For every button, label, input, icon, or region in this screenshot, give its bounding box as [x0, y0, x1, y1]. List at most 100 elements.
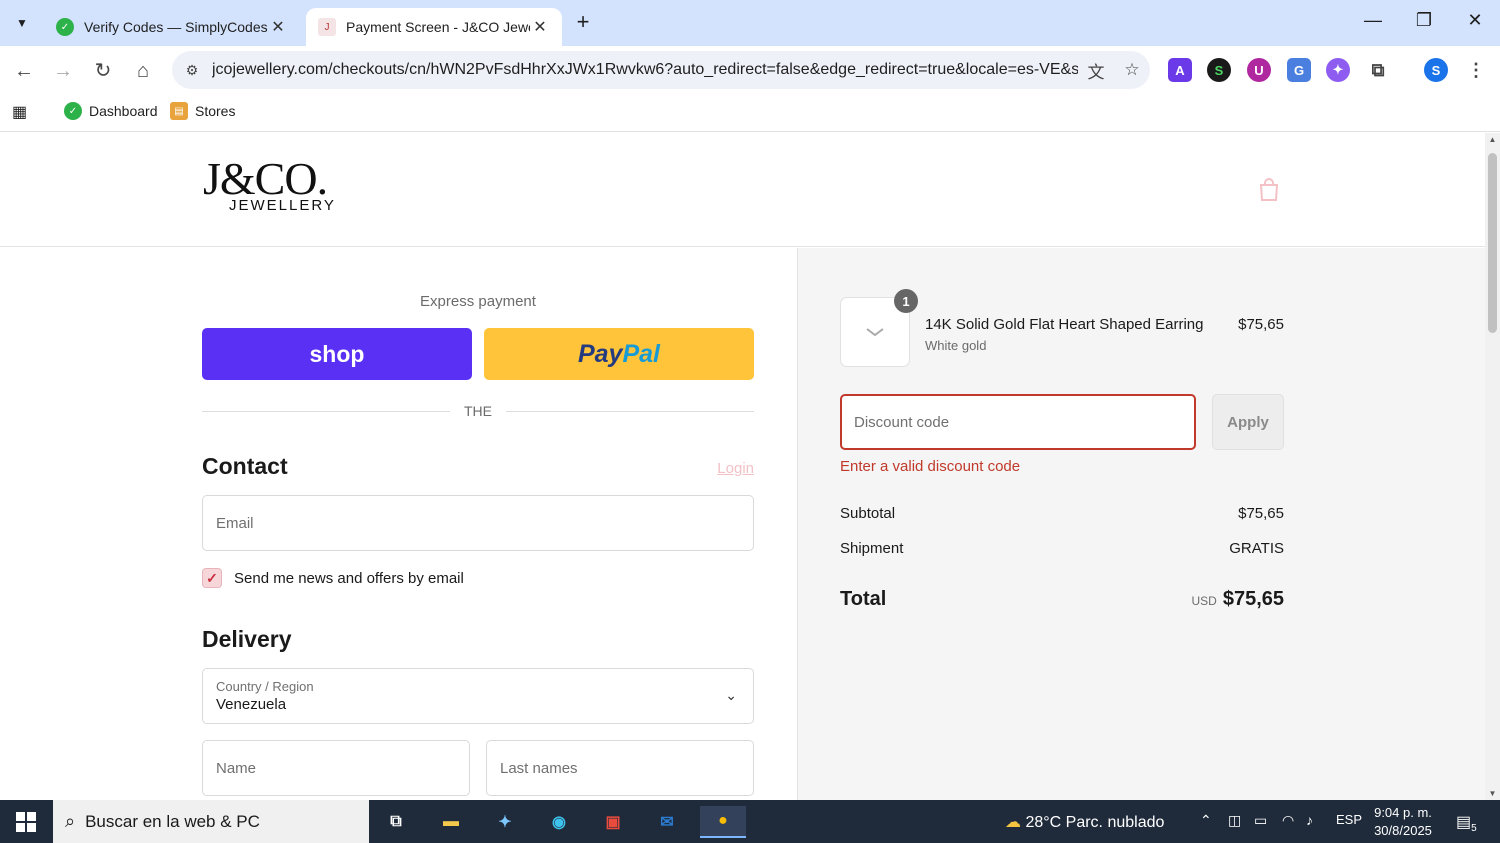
country-select[interactable]: Country / Region Venezuela ⌄ [202, 668, 754, 724]
weather-text: 28°C Parc. nublado [1025, 814, 1165, 831]
bookmark-label: Dashboard [89, 103, 158, 119]
site-info-icon[interactable]: ⚙ [172, 62, 212, 79]
discount-placeholder: Discount code [854, 413, 950, 431]
bookmark-dashboard[interactable]: ✓ Dashboard [64, 102, 158, 120]
bookmark-label: Stores [195, 103, 236, 119]
country-value: Venezuela [216, 696, 287, 713]
dashboard-favicon-icon: ✓ [64, 102, 82, 120]
simplycodes-favicon-icon: ✓ [56, 18, 74, 36]
extension-simplycodes-icon[interactable]: S [1207, 58, 1231, 82]
extension-a-icon[interactable]: A [1168, 58, 1192, 82]
outlook-icon[interactable]: ✉ [651, 806, 683, 838]
tray-wifi-icon[interactable]: ◠ [1282, 812, 1294, 829]
scroll-up-arrow-icon[interactable]: ▲ [1485, 135, 1500, 144]
tray-language[interactable]: ESP [1336, 812, 1362, 827]
logo-sub: JEWELLERY [229, 197, 336, 214]
shipment-value: GRATIS [1229, 540, 1284, 557]
divider-text: THE [464, 403, 492, 419]
chrome-taskbar-icon[interactable]: ● [700, 806, 746, 838]
back-arrow-icon[interactable]: ← [9, 56, 39, 86]
total-value: $75,65 [1222, 588, 1284, 610]
bookmarks-bar: ▦ ✓ Dashboard ▤ Stores [0, 94, 1500, 132]
express-divider: THE [202, 403, 754, 419]
page-scrollbar[interactable]: ▲ ▼ [1485, 133, 1500, 800]
scroll-down-arrow-icon[interactable]: ▼ [1485, 789, 1500, 798]
task-view-icon[interactable]: ⧉ [380, 806, 412, 838]
close-window-icon[interactable]: ✕ [1460, 10, 1490, 36]
windows-start-icon[interactable] [0, 800, 52, 843]
newsletter-option[interactable]: ✓ Send me news and offers by email [202, 568, 464, 588]
bookmark-star-icon[interactable]: ☆ [1114, 60, 1150, 80]
shipment-label: Shipment [840, 540, 904, 557]
shipment-row: Shipment GRATIS [840, 540, 1284, 557]
subtotal-value: $75,65 [1238, 505, 1284, 522]
translate-icon[interactable]: 文 [1078, 58, 1114, 83]
taskbar-clock[interactable]: 9:04 p. m. 30/8/2025 [1370, 804, 1436, 840]
last-name-field[interactable]: Last names [486, 740, 754, 796]
new-tab-plus-icon[interactable]: + [570, 10, 596, 36]
copilot-icon[interactable]: ✦ [489, 806, 521, 838]
order-summary: 1 14K Solid Gold Flat Heart Shaped Earri… [797, 248, 1485, 800]
jco-favicon-icon: J [318, 18, 336, 36]
product-price: $75,65 [1238, 316, 1284, 333]
paypal-button[interactable]: Pay Pal [484, 328, 754, 380]
total-label: Total [840, 588, 887, 610]
shopping-bag-icon[interactable] [1258, 177, 1280, 201]
tray-chevron-up-icon[interactable]: ⌃ [1200, 812, 1212, 829]
weather-widget[interactable]: ☁ 28°C Parc. nublado [1005, 812, 1164, 832]
store-logo[interactable]: J&CO. JEWELLERY [203, 156, 336, 215]
stores-favicon-icon: ▤ [170, 102, 188, 120]
subtotal-row: Subtotal $75,65 [840, 505, 1284, 522]
apps-grid-icon[interactable]: ▦ [12, 102, 27, 122]
login-link[interactable]: Login [690, 460, 754, 477]
shop-pay-label: shop [309, 340, 365, 367]
close-tab-icon[interactable]: ✕ [530, 17, 550, 37]
tab-verify-codes[interactable]: ✓ Verify Codes — SimplyCodes ✕ [44, 8, 300, 46]
delivery-heading: Delivery [202, 626, 292, 652]
tray-battery-icon[interactable]: ▭ [1254, 812, 1267, 829]
first-name-placeholder: Name [216, 759, 257, 777]
extension-translate-icon[interactable]: G [1287, 58, 1311, 82]
shop-pay-button[interactable]: shop [202, 328, 472, 380]
notifications-icon[interactable]: ▤5 [1456, 812, 1477, 834]
url-text[interactable]: jcojewellery.com/checkouts/cn/hWN2PvFsdH… [212, 61, 1078, 79]
windows-taskbar: ⌕ Buscar en la web & PC ⧉ ▬ ✦ ◉ ▣ ✉ ● ☁ … [0, 800, 1500, 843]
tab-payment-screen[interactable]: J Payment Screen - J&CO Jewelle ✕ [306, 8, 562, 46]
profile-avatar[interactable]: S [1424, 58, 1448, 82]
forward-arrow-icon[interactable]: → [48, 56, 78, 86]
chevron-down-icon: ⌄ [725, 687, 737, 703]
apply-discount-button[interactable]: Apply [1212, 394, 1284, 450]
edge-browser-icon[interactable]: ◉ [543, 806, 575, 838]
extension-shield-icon[interactable]: U [1247, 58, 1271, 82]
email-field[interactable]: Email [202, 495, 754, 551]
restore-window-icon[interactable]: ❐ [1409, 10, 1439, 36]
browser-toolbar: ← → ↻ ⌂ ⚙ jcojewellery.com/checkouts/cn/… [0, 46, 1500, 94]
microsoft-store-icon[interactable]: ▣ [597, 806, 629, 838]
minimize-icon[interactable]: — [1358, 10, 1388, 36]
newsletter-checkbox[interactable]: ✓ [202, 568, 222, 588]
scrollbar-thumb[interactable] [1488, 153, 1497, 333]
menu-kebab-icon[interactable]: ⋮ [1464, 58, 1488, 82]
bookmark-stores[interactable]: ▤ Stores [170, 102, 235, 120]
tray-meet-icon[interactable]: ◫ [1228, 812, 1241, 829]
checkout-page: J&CO. JEWELLERY Express payment shop Pay… [0, 133, 1485, 800]
file-explorer-icon[interactable]: ▬ [435, 806, 467, 838]
reload-icon[interactable]: ↻ [88, 56, 118, 86]
country-label: Country / Region [216, 679, 314, 694]
discount-code-input[interactable]: Discount code [840, 394, 1196, 450]
first-name-field[interactable]: Name [202, 740, 470, 796]
taskbar-search-text: Buscar en la web & PC [85, 811, 260, 831]
address-bar[interactable]: ⚙ jcojewellery.com/checkouts/cn/hWN2PvFs… [172, 51, 1150, 89]
extension-swirl-icon[interactable]: ✦ [1326, 58, 1350, 82]
tab-search-chevron-icon[interactable]: ▼ [8, 9, 36, 37]
home-icon[interactable]: ⌂ [128, 56, 158, 86]
clock-date: 30/8/2025 [1374, 823, 1432, 838]
extensions-puzzle-icon[interactable]: ⧉ [1366, 58, 1390, 82]
earring-image-icon [866, 328, 884, 337]
clock-time: 9:04 p. m. [1374, 805, 1432, 820]
express-payment-label: Express payment [420, 293, 536, 310]
taskbar-search-box[interactable]: ⌕ Buscar en la web & PC [53, 800, 369, 843]
tray-volume-icon[interactable]: ♪ [1306, 812, 1313, 828]
subtotal-label: Subtotal [840, 505, 896, 522]
close-tab-icon[interactable]: ✕ [268, 17, 288, 37]
